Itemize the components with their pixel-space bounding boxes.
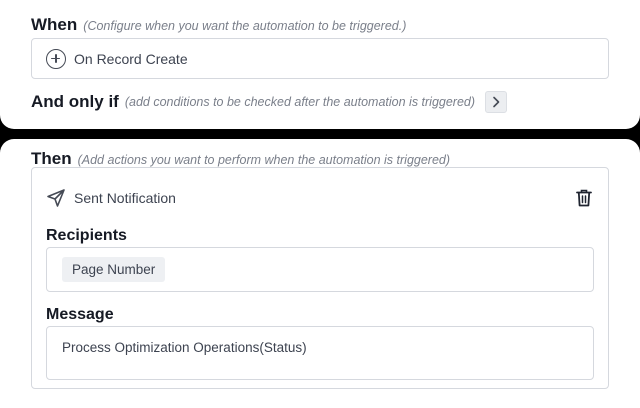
recipient-chip[interactable]: Page Number: [62, 257, 166, 282]
when-hint: (Configure when you want the automation …: [83, 19, 407, 33]
conditions-title: And only if: [31, 92, 119, 111]
recipients-input[interactable]: Page Number: [46, 247, 594, 292]
when-title: When: [31, 15, 78, 34]
recipients-label: Recipients: [46, 227, 127, 244]
action-header: Sent Notification: [46, 188, 176, 208]
then-header: Then (Add actions you want to perform wh…: [31, 149, 450, 169]
chevron-right-icon: [493, 96, 500, 108]
then-hint: (Add actions you want to perform when th…: [77, 153, 451, 167]
action-card: Sent Notification Recipients Page Number…: [31, 167, 609, 389]
trash-icon[interactable]: [576, 189, 592, 207]
then-title: Then: [31, 149, 72, 168]
action-title: Sent Notification: [74, 190, 176, 206]
trigger-label: On Record Create: [74, 50, 188, 67]
send-icon: [47, 189, 65, 207]
conditions-header: And only if (add conditions to be checke…: [31, 91, 508, 113]
plus-circle-icon: [46, 48, 66, 69]
message-label: Message: [46, 306, 114, 323]
message-input[interactable]: Process Optimization Operations(Status): [46, 326, 594, 380]
conditions-expand-button[interactable]: [485, 91, 508, 113]
when-header: When (Configure when you want the automa…: [31, 15, 406, 35]
trigger-selector[interactable]: On Record Create: [31, 38, 609, 79]
trigger-card: When (Configure when you want the automa…: [0, 0, 640, 129]
conditions-hint: (add conditions to be checked after the …: [124, 95, 476, 109]
message-value: Process Optimization Operations(Status): [62, 340, 307, 355]
